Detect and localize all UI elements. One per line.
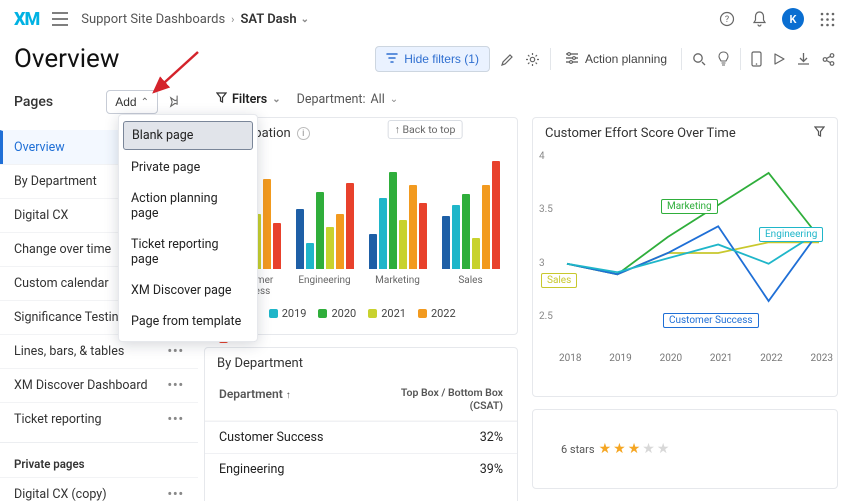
bar bbox=[452, 205, 460, 269]
line-chart: 2.533.54SalesMarketingEngineeringCustome… bbox=[533, 149, 837, 349]
brand-logo: XM bbox=[14, 9, 39, 30]
panel-title: By Department bbox=[217, 356, 303, 371]
share-icon[interactable] bbox=[821, 52, 836, 67]
svg-text:?: ? bbox=[725, 15, 729, 25]
sidebar-item[interactable]: XM Discover Dashboard••• bbox=[0, 368, 198, 402]
sidebar-item[interactable]: Ticket reporting••• bbox=[0, 402, 198, 436]
download-icon[interactable] bbox=[796, 52, 811, 67]
funnel-icon bbox=[216, 92, 227, 107]
legend-item[interactable]: 2022 bbox=[418, 307, 456, 320]
col-topbox[interactable]: Top Box / Bottom Box (CSAT) bbox=[393, 387, 503, 412]
bar bbox=[273, 223, 281, 269]
bell-icon[interactable] bbox=[750, 10, 768, 28]
dropdown-item[interactable]: Ticket reporting page bbox=[119, 229, 257, 275]
stars-label: 6 stars bbox=[561, 443, 595, 456]
gear-icon[interactable] bbox=[525, 52, 540, 67]
avatar[interactable]: K bbox=[782, 8, 804, 30]
table-row[interactable]: Customer Success32% bbox=[205, 421, 517, 453]
edit-icon[interactable] bbox=[500, 52, 515, 67]
add-page-button[interactable]: Add⌃ bbox=[106, 90, 158, 114]
apps-grid-icon[interactable] bbox=[818, 10, 836, 28]
search-icon[interactable] bbox=[692, 52, 707, 67]
legend-item[interactable]: 2019 bbox=[269, 307, 307, 320]
dropdown-item[interactable]: Private page bbox=[119, 152, 257, 183]
sliders-icon bbox=[565, 52, 579, 67]
sort-asc-icon: ↑ bbox=[286, 390, 291, 401]
dropdown-item[interactable]: Action planning page bbox=[119, 183, 257, 229]
series-label: Sales bbox=[541, 273, 577, 288]
breadcrumb-current[interactable]: SAT Dash⌄ bbox=[240, 12, 309, 27]
star-icon: ★ bbox=[599, 441, 612, 457]
bar bbox=[296, 209, 304, 270]
bar bbox=[306, 243, 314, 269]
bar bbox=[419, 203, 427, 269]
breadcrumb: Support Site Dashboards › SAT Dash⌄ bbox=[81, 12, 309, 27]
col-department[interactable]: Department ↑ bbox=[219, 387, 291, 412]
filter-icon[interactable] bbox=[814, 126, 825, 141]
bar bbox=[379, 198, 387, 270]
more-icon[interactable]: ••• bbox=[168, 412, 184, 427]
star-icon: ★ bbox=[657, 441, 670, 457]
dropdown-item[interactable]: Page from template bbox=[119, 306, 257, 337]
breadcrumb-parent[interactable]: Support Site Dashboards bbox=[81, 12, 225, 27]
chevron-down-icon: ⌄ bbox=[390, 94, 398, 105]
bar bbox=[316, 192, 324, 269]
bar bbox=[492, 161, 500, 269]
chevron-right-icon: › bbox=[231, 13, 234, 26]
bar bbox=[389, 172, 397, 269]
pin-icon[interactable] bbox=[166, 95, 184, 109]
series-label: Marketing bbox=[661, 199, 718, 214]
bar bbox=[472, 238, 480, 269]
more-icon[interactable]: ••• bbox=[168, 378, 184, 393]
action-planning-button[interactable]: Action planning bbox=[561, 48, 671, 71]
help-icon[interactable]: ? bbox=[718, 10, 736, 28]
topbar-actions: ? K bbox=[718, 8, 836, 30]
sidebar-title: Pages bbox=[14, 94, 53, 110]
bar bbox=[336, 214, 344, 269]
play-icon[interactable] bbox=[772, 52, 786, 66]
star-icon: ★ bbox=[613, 441, 626, 457]
department-filter[interactable]: Department: All ⌄ bbox=[297, 92, 399, 107]
panel-effort: Customer Effort Score Over Time 2.533.54… bbox=[532, 117, 838, 397]
legend-item[interactable]: 2021 bbox=[368, 307, 406, 320]
dropdown-item[interactable]: XM Discover page bbox=[119, 275, 257, 306]
add-page-dropdown: Blank pagePrivate pageAction planning pa… bbox=[118, 114, 258, 342]
bar bbox=[399, 220, 407, 270]
panel-title: Customer Effort Score Over Time bbox=[545, 126, 736, 141]
bar bbox=[263, 179, 271, 269]
chevron-down-icon: ⌄ bbox=[272, 94, 280, 105]
series-label: Engineering bbox=[759, 227, 823, 242]
star-icon: ★ bbox=[628, 441, 641, 457]
chevron-up-icon: ⌃ bbox=[141, 97, 149, 108]
mobile-icon[interactable] bbox=[751, 51, 762, 67]
bar bbox=[346, 183, 354, 269]
hide-filters-button[interactable]: Hide filters (1) bbox=[375, 46, 490, 72]
more-icon[interactable]: ••• bbox=[168, 344, 184, 359]
panel-stars: 6 stars ★ ★ ★ ★ ★ bbox=[532, 409, 838, 489]
bar bbox=[462, 194, 470, 269]
legend-item[interactable]: 2020 bbox=[318, 307, 356, 320]
table-row[interactable]: Engineering39% bbox=[205, 453, 517, 485]
bar bbox=[326, 227, 334, 269]
lightbulb-icon[interactable] bbox=[717, 51, 730, 67]
sidebar-group-private: Private pages bbox=[0, 442, 198, 477]
bar bbox=[409, 185, 417, 269]
menu-icon[interactable] bbox=[51, 10, 69, 28]
sidebar-item[interactable]: Digital CX (copy)••• bbox=[0, 477, 198, 501]
filters-toggle[interactable]: Filters ⌄ bbox=[216, 92, 281, 107]
bar bbox=[442, 216, 450, 269]
info-icon[interactable]: i bbox=[297, 127, 310, 140]
bar bbox=[482, 185, 490, 269]
panel-by-department: By Department Department ↑ Top Box / Bot… bbox=[204, 347, 518, 501]
main: Filters ⌄ Department: All ⌄ Participatio… bbox=[198, 80, 850, 501]
more-icon[interactable]: ••• bbox=[168, 487, 184, 501]
series-label: Customer Success bbox=[663, 313, 759, 328]
bar bbox=[369, 234, 377, 269]
star-icon: ★ bbox=[642, 441, 655, 457]
back-to-top-button[interactable]: ↑ Back to top bbox=[388, 120, 463, 139]
dropdown-item[interactable]: Blank page bbox=[123, 121, 253, 150]
filter-icon bbox=[386, 52, 398, 66]
page-title: Overview bbox=[14, 44, 119, 74]
